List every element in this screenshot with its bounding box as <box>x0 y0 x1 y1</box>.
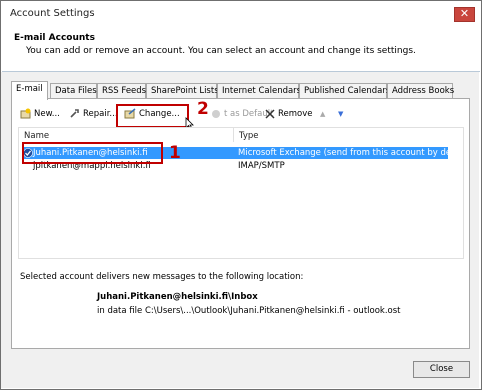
column-header-name[interactable]: Name <box>24 131 49 141</box>
change-highlight-box <box>116 104 189 128</box>
repair-button-label: Repair... <box>83 109 118 119</box>
delivery-data-file: in data file C:\Users\...\Outlook\Juhani… <box>97 306 401 316</box>
delivery-inbox-path: Juhani.Pitkanen@helsinki.fi\Inbox <box>97 292 258 302</box>
step-2-marker: 2 <box>197 99 209 119</box>
header-subtitle: You can add or remove an account. You ca… <box>26 46 416 56</box>
default-check-icon <box>212 109 220 118</box>
repair-button[interactable]: Repair... <box>69 108 118 121</box>
account-type: IMAP/SMTP <box>238 161 285 171</box>
dialog-header: E-mail Accounts You can add or remove an… <box>2 26 480 72</box>
tab-sharepoint-lists[interactable]: SharePoint Lists <box>146 83 219 99</box>
account-highlight-box <box>22 142 163 164</box>
remove-x-icon <box>265 108 275 119</box>
new-button-label: New... <box>34 109 60 119</box>
tab-address-books[interactable]: Address Books <box>387 83 454 99</box>
tab-published-calendars[interactable]: Published Calendars <box>299 83 390 99</box>
column-separator <box>233 128 234 142</box>
wrench-icon <box>70 109 79 118</box>
remove-button[interactable]: Remove <box>265 108 313 121</box>
tab-data-files[interactable]: Data Files <box>50 83 97 99</box>
tab-rss-feeds[interactable]: RSS Feeds <box>97 83 146 99</box>
tab-internet-calendars[interactable]: Internet Calendars <box>217 83 301 99</box>
close-button[interactable]: Close <box>413 361 470 378</box>
move-down-icon[interactable]: ▼ <box>338 108 343 121</box>
step-1-marker: 1 <box>169 143 181 163</box>
window-title: Account Settings <box>10 8 95 19</box>
remove-button-label: Remove <box>278 109 313 119</box>
column-header-type[interactable]: Type <box>239 131 259 141</box>
window-close-button[interactable]: ✕ <box>454 7 475 22</box>
delivery-location-label: Selected account delivers new messages t… <box>20 272 304 282</box>
header-title: E-mail Accounts <box>14 33 95 43</box>
title-bar: Account Settings ✕ <box>2 2 480 26</box>
account-type: Microsoft Exchange (send from this accou… <box>238 148 462 158</box>
new-button[interactable]: New... <box>20 108 60 121</box>
move-up-icon[interactable]: ▲ <box>320 108 325 121</box>
tab-email[interactable]: E-mail <box>11 81 48 100</box>
new-account-icon <box>20 108 31 119</box>
